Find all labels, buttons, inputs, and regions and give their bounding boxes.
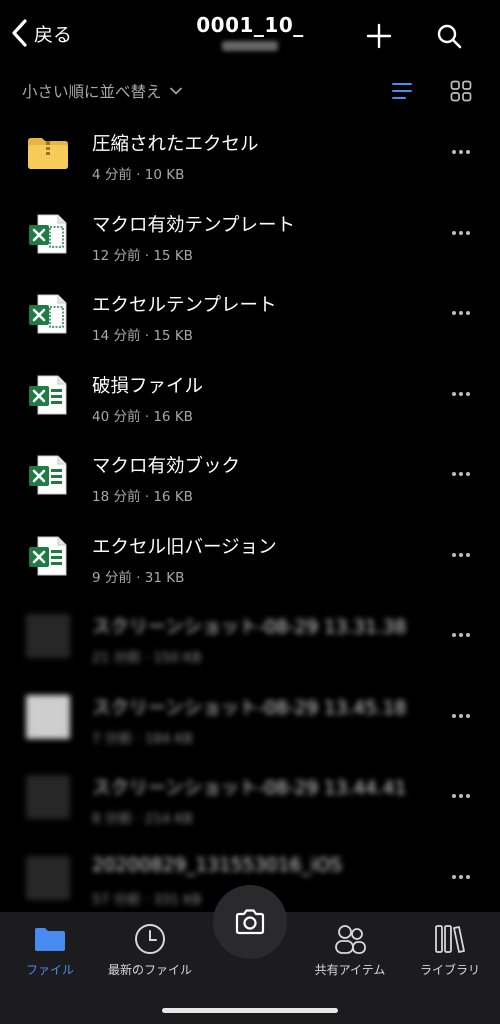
file-name: 圧縮されたエクセル [92,134,259,155]
file-icon [24,773,72,821]
file-name: スクリーンショット-08-29 13.31.38 [92,617,407,638]
image-thumbnail [26,614,70,658]
file-meta: 8 分前 · 214 KB [92,811,193,827]
tab-label: ファイル [25,963,74,977]
image-thumbnail [26,775,70,819]
folder-icon [35,928,65,951]
tab-shared[interactable]: 共有アイテム [300,922,400,992]
file-meta: 4 分前 · 10 KB [92,167,185,183]
tab-label: 最新のファイル [107,963,192,977]
camera-icon [235,909,265,935]
more-horizontal-icon[interactable] [450,870,472,884]
file-icon [24,210,72,258]
file-row[interactable]: スクリーンショット-08-29 13.45.18 7 分前 · 184 KB [0,679,500,759]
file-name: エクセルテンプレート [92,295,277,316]
file-name: スクリーンショット-08-29 13.44.41 [92,778,407,799]
sort-dropdown[interactable]: 小さい順に並べ替え [22,80,182,102]
search-button[interactable] [431,18,467,54]
more-horizontal-icon[interactable] [450,548,472,562]
chevron-down-icon [169,87,182,95]
file-meta: 12 分前 · 15 KB [92,247,193,264]
excel-file-icon [29,536,67,575]
tab-recent[interactable]: 最新のファイル [100,922,200,992]
file-icon [24,693,72,741]
back-label: 戻る [34,23,73,46]
file-row[interactable]: 破損ファイル 40 分前 · 16 KB [0,357,500,437]
list-view-icon [392,83,412,99]
library-icon [435,925,465,953]
chevron-left-icon [12,19,27,47]
file-meta: 7 分前 · 184 KB [92,730,193,747]
excel-file-icon [29,375,67,414]
clock-icon [135,924,165,954]
file-row[interactable]: マクロ有効ブック 18 分前 · 16 KB [0,437,500,517]
sort-label: 小さい順に並べ替え [22,83,162,101]
file-name: エクセル旧バージョン [92,536,277,558]
file-meta: 40 分前 · 16 KB [92,408,193,425]
tab-library[interactable]: ライブラリ [400,922,500,992]
camera-button[interactable] [213,885,287,959]
file-name: 20200829_131553016_iOS [92,854,343,876]
people-icon [335,925,366,954]
file-row[interactable]: スクリーンショット-08-29 13.44.41 8 分前 · 214 KB [0,759,500,839]
file-meta: 57 分前 · 331 KB [92,891,202,908]
excel-file-icon [29,294,67,334]
search-icon [437,24,462,49]
file-row[interactable]: スクリーンショット-08-29 13.31.38 21 分前 · 150 KB [0,598,500,678]
sort-bar: 小さい順に並べ替え [0,70,500,110]
more-horizontal-icon[interactable] [450,467,472,481]
page-subtitle-redacted [222,41,278,51]
file-icon [24,854,72,902]
file-icon [24,451,72,499]
back-button[interactable]: 戻る [10,18,72,48]
more-horizontal-icon[interactable] [450,709,472,723]
file-row[interactable]: エクセルテンプレート 14 分前 · 15 KB [0,276,500,356]
file-name: マクロ有効テンプレート [92,214,295,236]
file-name: スクリーンショット-08-29 13.45.18 [92,697,407,719]
file-icon [24,612,72,660]
file-name: 破損ファイル [92,375,204,397]
home-indicator [162,1008,338,1013]
file-icon [24,371,72,419]
file-row[interactable]: エクセル旧バージョン 9 分前 · 31 KB [0,518,500,598]
excel-file-icon [29,214,67,253]
file-meta: 14 分前 · 15 KB [92,328,193,344]
file-meta: 21 分前 · 150 KB [92,650,202,666]
more-horizontal-icon[interactable] [450,306,472,320]
page-title: 0001_10_ [196,13,304,37]
tab-label: 共有アイテム [314,963,386,977]
plus-icon [366,23,392,49]
more-horizontal-icon[interactable] [450,226,472,240]
file-row[interactable]: マクロ有効テンプレート 12 分前 · 15 KB [0,196,500,276]
excel-file-icon [29,455,67,495]
grid-view-button[interactable] [448,78,474,104]
header: 戻る 0001_10_ [0,0,500,70]
file-icon [24,532,72,580]
grid-view-icon [450,80,472,102]
file-row[interactable]: 圧縮されたエクセル 4 分前 · 10 KB [0,115,500,195]
file-name: マクロ有効ブック [92,456,241,477]
tab-label: ライブラリ [419,963,480,977]
file-icon [24,290,72,338]
file-icon [24,129,72,177]
more-horizontal-icon[interactable] [450,628,472,642]
image-thumbnail [26,694,70,739]
more-horizontal-icon[interactable] [450,145,472,159]
tab-files[interactable]: ファイル [0,922,100,992]
zip-folder-icon [28,138,68,169]
add-button[interactable] [361,18,397,54]
title-block: 0001_10_ [0,13,500,51]
file-meta: 18 分前 · 16 KB [92,489,193,505]
file-meta: 9 分前 · 31 KB [92,569,185,586]
more-horizontal-icon[interactable] [450,387,472,401]
list-view-button[interactable] [389,78,415,104]
image-thumbnail [26,855,70,900]
more-horizontal-icon[interactable] [450,789,472,803]
